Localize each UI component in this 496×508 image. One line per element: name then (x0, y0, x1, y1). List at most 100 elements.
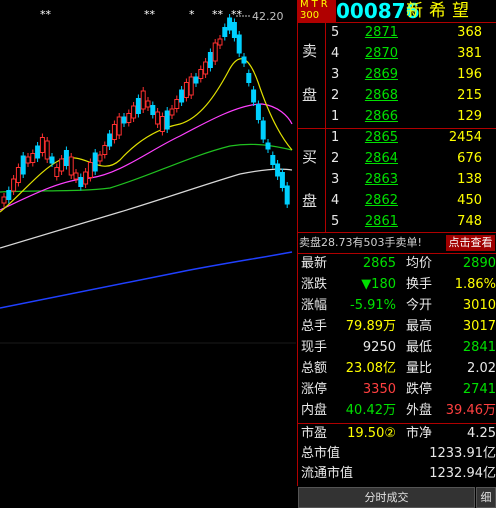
sell-price: 2868 (364, 88, 398, 103)
buy-level: 5 (331, 214, 340, 229)
buy-price: 2864 (364, 151, 398, 166)
chart-marker: ** (212, 8, 224, 21)
candle-body (83, 171, 89, 185)
candle-body (54, 167, 60, 177)
pb-value: 4.25 (467, 426, 496, 441)
candle-body (30, 153, 36, 163)
sell-level-row[interactable]: 5 2871 368 (298, 23, 496, 43)
stock-header: MTR 300 000876 新希望 (298, 0, 496, 22)
stat-value: 2.02 (467, 361, 496, 376)
stat-row: 现手 9250 最低 2841 (298, 338, 496, 358)
sell-level: 5 (331, 25, 340, 40)
stat-value: 2890 (462, 256, 496, 271)
stat-label: 最新 (301, 256, 328, 271)
candle-body (236, 34, 242, 54)
candle-body (25, 156, 31, 164)
sell-volume: 381 (457, 46, 482, 61)
buy-level-row[interactable]: 1 2865 2454 (298, 128, 496, 148)
buy-level-row[interactable]: 3 2863 138 (298, 170, 496, 190)
mtr-label: MTR (300, 0, 331, 10)
stat-value: 3350 (362, 382, 396, 397)
sell-level-row[interactable]: 4 2870 381 (298, 44, 496, 64)
stat-value: 3017 (462, 319, 496, 334)
candle-body (6, 190, 12, 200)
stat-value: 40.42万 (345, 403, 396, 418)
stat-row: 内盘 40.42万 外盘 39.46万 (298, 401, 496, 421)
candle-body (145, 100, 151, 108)
sell-volume: 215 (457, 88, 482, 103)
stat-row: 涨跌 ▼180 换手 1.86% (298, 275, 496, 295)
alert-text: 卖盘28.73有503手卖单! (299, 236, 422, 249)
stat-value: 1.86% (454, 277, 496, 292)
candle-body (207, 52, 213, 68)
sell-level: 2 (331, 88, 340, 103)
buy-level-row[interactable]: 5 2861 748 (298, 212, 496, 232)
candle-body (169, 108, 175, 116)
candle-body (198, 69, 204, 79)
candle-body (150, 105, 156, 115)
stat-label: 总手 (301, 319, 328, 334)
candle-body (222, 27, 228, 37)
candle-body (11, 178, 17, 192)
candle-body (279, 172, 285, 188)
candle-body (188, 76, 194, 96)
stat-row: 总手 79.89万 最高 3017 (298, 317, 496, 337)
stat-label: 涨跌 (301, 277, 328, 292)
candle-body (73, 172, 79, 180)
stat-label: 内盘 (301, 403, 328, 418)
buy-volume: 138 (457, 172, 482, 187)
view-alert-button[interactable]: 点击查看 (446, 235, 495, 251)
candle-body (116, 116, 122, 136)
valuation-row-float: 流通市值 1232.94亿 (298, 464, 496, 484)
buy-level-row[interactable]: 2 2864 676 (298, 149, 496, 169)
stat-value: 2841 (462, 340, 496, 355)
tab-time-trades[interactable]: 分时成交 (298, 487, 475, 508)
sell-level: 3 (331, 67, 340, 82)
stat-value: 3010 (462, 298, 496, 313)
pe-label: 市盈 (301, 426, 328, 441)
stat-value: 39.46万 (445, 403, 496, 418)
candle-body (87, 162, 93, 178)
sell-level-row[interactable]: 1 2866 129 (298, 107, 496, 127)
candle-body (174, 99, 180, 109)
candle-body (241, 56, 247, 64)
candle-body (140, 90, 146, 110)
kline-chart[interactable]: 42.20 ** ** * ** ** (0, 0, 296, 486)
stat-value: 23.08亿 (345, 361, 396, 376)
stat-label: 今开 (406, 298, 433, 313)
stat-label: 量比 (406, 361, 433, 376)
stat-value: 2741 (462, 382, 496, 397)
candle-body (49, 156, 55, 164)
sell-volume: 368 (457, 25, 482, 40)
candle-body (275, 163, 281, 177)
stat-value: -5.91% (350, 298, 396, 313)
peak-price-label: 42.20 (252, 10, 284, 23)
candle-body (251, 89, 257, 103)
sell-price: 2870 (364, 46, 398, 61)
buy-volume: 2454 (448, 130, 482, 145)
sell-price: 2869 (364, 67, 398, 82)
tab-detail[interactable]: 细 (476, 487, 496, 508)
stat-label: 总额 (301, 361, 328, 376)
buy-level-row[interactable]: 4 2862 450 (298, 191, 496, 211)
candle-body (68, 156, 74, 176)
stat-label: 最低 (406, 340, 433, 355)
sell-level-row[interactable]: 2 2868 215 (298, 86, 496, 106)
candle-body (44, 140, 50, 160)
alert-row: 卖盘28.73有503手卖单! 点击查看 (298, 233, 496, 253)
candle-body (111, 124, 117, 140)
chart-marker: ** (231, 8, 243, 21)
stat-value: 9250 (362, 340, 396, 355)
candle-body (265, 142, 271, 150)
chart-marker: ** (144, 8, 156, 21)
stat-label: 涨停 (301, 382, 328, 397)
buy-price: 2865 (364, 130, 398, 145)
stat-row: 总额 23.08亿 量比 2.02 (298, 359, 496, 379)
candle-body (193, 76, 199, 84)
buy-level: 4 (331, 193, 340, 208)
candle-body (102, 145, 108, 155)
sell-level-row[interactable]: 3 2869 196 (298, 65, 496, 85)
stat-value: ▼180 (361, 277, 396, 292)
index-label: 300 (300, 10, 320, 21)
buy-price: 2863 (364, 172, 398, 187)
